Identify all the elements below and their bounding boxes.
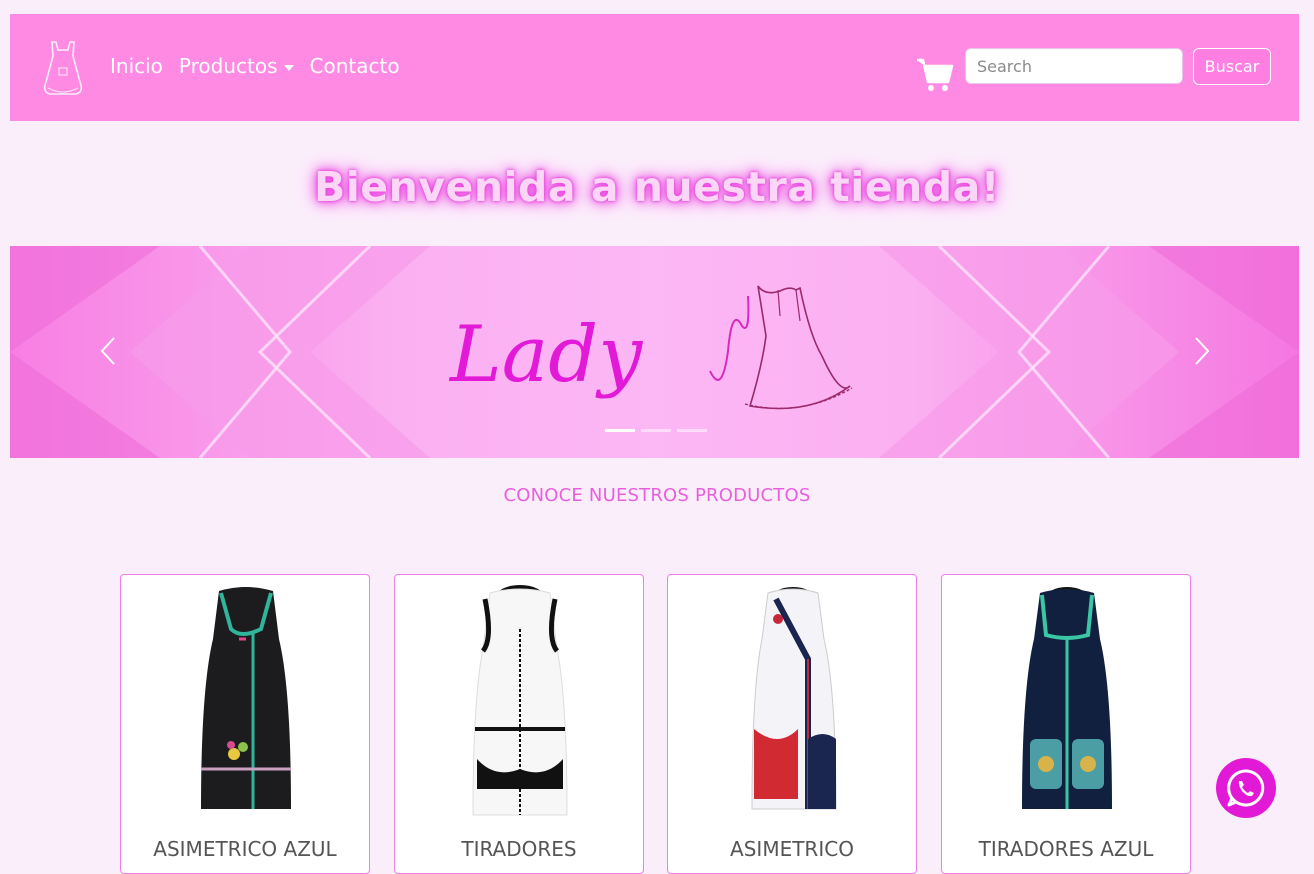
product-image xyxy=(751,587,837,810)
nav-link-productos-label: Productos xyxy=(178,54,278,78)
product-name: TIRADORES AZUL xyxy=(978,837,1154,861)
product-card[interactable]: TIRADORES AZUL xyxy=(941,574,1191,874)
welcome-title: Bienvenida a nuestra tienda! xyxy=(313,163,1000,211)
product-image xyxy=(1022,587,1112,809)
carousel-brand-text: Lady xyxy=(448,310,643,400)
product-image xyxy=(472,585,568,816)
nav-links: Inicio Productos Contacto xyxy=(110,54,400,78)
caret-down-icon xyxy=(283,64,294,71)
product-card[interactable]: ASIMETRICO xyxy=(667,574,917,874)
whatsapp-button[interactable] xyxy=(1216,758,1276,818)
product-name: TIRADORES xyxy=(461,837,577,861)
product-name: ASIMETRICO xyxy=(730,837,854,861)
carousel-banner-image: Lady xyxy=(10,246,1299,458)
product-card[interactable]: ASIMETRICO AZUL xyxy=(120,574,370,874)
chevron-left-icon[interactable] xyxy=(88,326,128,376)
whatsapp-icon xyxy=(1227,769,1265,807)
product-name: ASIMETRICO AZUL xyxy=(153,837,337,861)
shopping-cart-icon[interactable] xyxy=(915,54,955,94)
products-section-title: CONOCE NUESTROS PRODUCTOS xyxy=(503,485,811,506)
carousel-indicators xyxy=(605,429,707,432)
nav-link-inicio[interactable]: Inicio xyxy=(110,54,163,78)
apron-logo-icon[interactable] xyxy=(36,38,90,98)
navbar: Inicio Productos Contacto Buscar xyxy=(10,14,1299,121)
search-input[interactable] xyxy=(965,48,1183,84)
search-button[interactable]: Buscar xyxy=(1193,48,1271,85)
product-card[interactable]: TIRADORES xyxy=(394,574,644,874)
carousel-indicator-2[interactable] xyxy=(641,429,671,432)
product-image xyxy=(201,587,291,809)
nav-link-productos[interactable]: Productos xyxy=(179,54,294,78)
carousel-indicator-1[interactable] xyxy=(605,429,635,432)
chevron-right-icon[interactable] xyxy=(1182,326,1222,376)
hero-carousel: Lady xyxy=(10,246,1299,458)
carousel-indicator-3[interactable] xyxy=(677,429,707,432)
nav-link-contacto[interactable]: Contacto xyxy=(310,54,400,78)
